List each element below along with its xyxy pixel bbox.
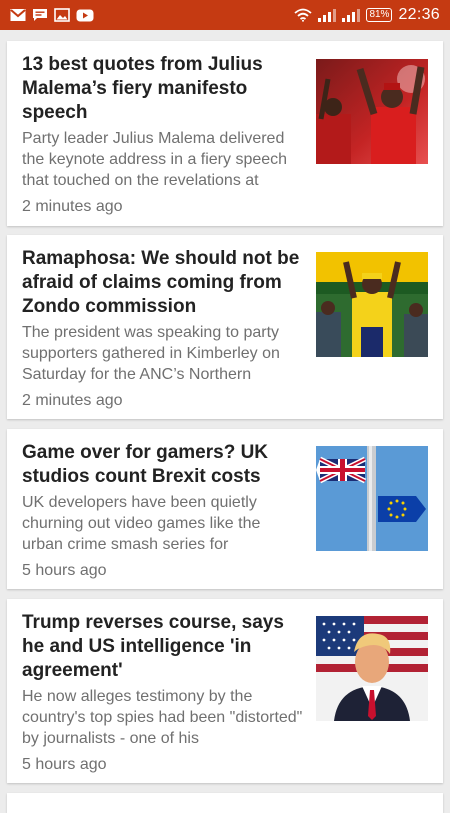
article-thumbnail[interactable] — [316, 616, 428, 721]
article-time: 5 hours ago — [22, 562, 107, 579]
article-card[interactable]: Trump reverses course, says he and US in… — [7, 599, 443, 783]
article-time: 2 minutes ago — [22, 198, 123, 215]
wifi-icon — [294, 8, 313, 22]
article-excerpt: Party leader Julius Malema delivered the… — [22, 130, 288, 189]
message-icon — [32, 8, 48, 22]
signal-icon — [318, 8, 337, 22]
article-excerpt: He now alleges testimony by the country'… — [22, 688, 303, 747]
article-time: 5 hours ago — [22, 756, 107, 773]
article-text: 13 best quotes from Julius Malema’s fier… — [22, 53, 304, 217]
article-thumbnail[interactable] — [316, 59, 428, 164]
article-card[interactable]: Game over for gamers? UK studios count B… — [7, 429, 443, 589]
article-text: Game over for gamers? UK studios count B… — [22, 441, 304, 581]
status-clock: 22:36 — [398, 6, 440, 23]
article-card[interactable]: 13 best quotes from Julius Malema’s fier… — [7, 41, 443, 226]
system-icons: 81% 22:36 — [294, 6, 440, 24]
article-card[interactable] — [7, 793, 443, 813]
status-bar: 81% 22:36 — [0, 0, 450, 30]
article-text: Ramaphosa: We should not be afraid of cl… — [22, 247, 304, 411]
article-time: 2 minutes ago — [22, 392, 123, 409]
article-card[interactable]: Ramaphosa: We should not be afraid of cl… — [7, 235, 443, 419]
article-excerpt: The president was speaking to party supp… — [22, 324, 280, 383]
article-title[interactable]: Ramaphosa: We should not be afraid of cl… — [22, 247, 304, 319]
gmail-icon — [10, 8, 26, 22]
article-thumbnail[interactable] — [316, 252, 428, 357]
article-title[interactable]: Game over for gamers? UK studios count B… — [22, 441, 304, 489]
battery-icon: 81% — [366, 8, 393, 22]
youtube-icon — [76, 9, 94, 22]
article-excerpt: UK developers have been quietly churning… — [22, 494, 261, 553]
notification-icons — [10, 8, 94, 22]
signal-icon-2 — [342, 8, 361, 22]
gallery-icon — [54, 8, 70, 22]
article-thumbnail[interactable] — [316, 446, 428, 551]
article-title[interactable]: 13 best quotes from Julius Malema’s fier… — [22, 53, 304, 125]
article-title[interactable]: Trump reverses course, says he and US in… — [22, 611, 304, 683]
article-text: Trump reverses course, says he and US in… — [22, 611, 304, 775]
